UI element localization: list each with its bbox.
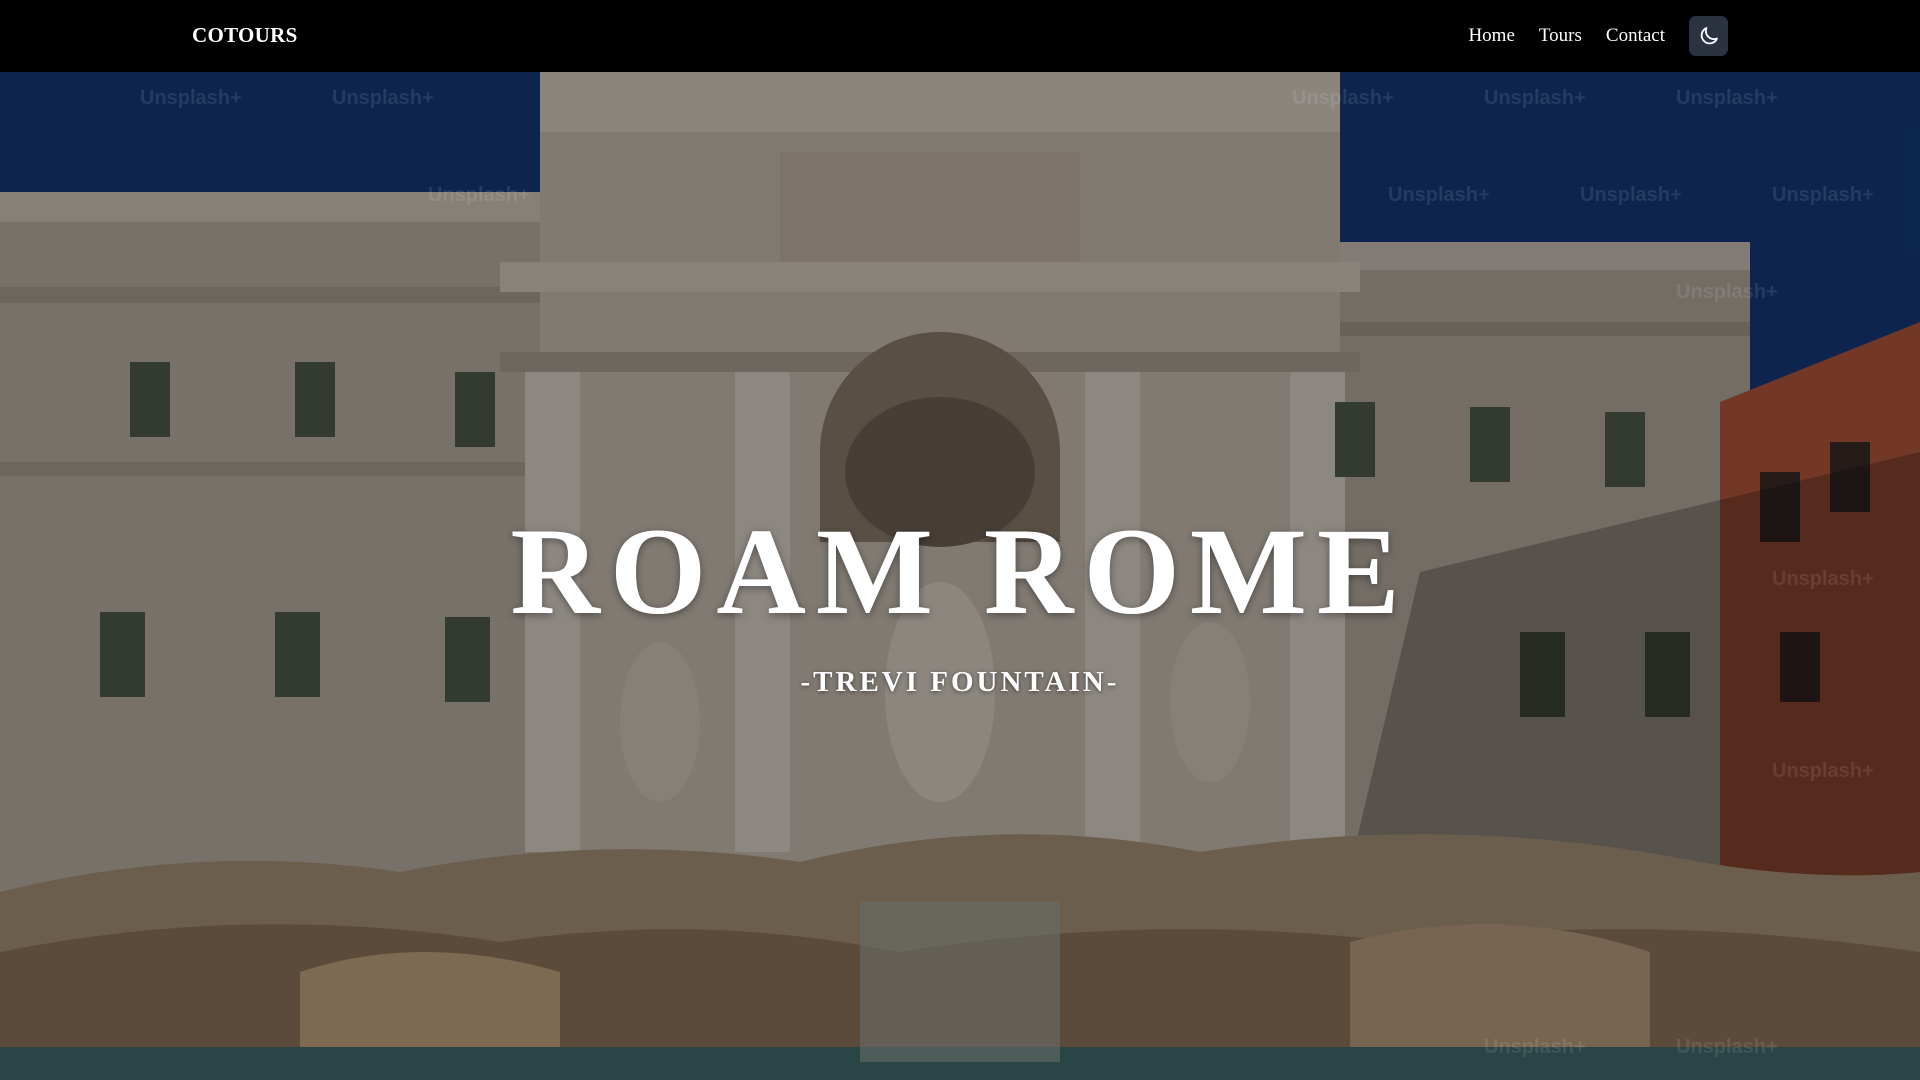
navbar: COTOURS Home Tours Contact: [0, 0, 1920, 72]
nav-link-tours[interactable]: Tours: [1539, 25, 1582, 47]
nav-link-home[interactable]: Home: [1468, 25, 1514, 47]
watermark-text: Unsplash+: [1772, 760, 1874, 782]
watermark-text: Unsplash+: [1676, 87, 1778, 109]
watermark-text: Unsplash+: [1484, 1036, 1586, 1058]
theme-toggle-button[interactable]: [1689, 16, 1728, 56]
watermark-text: Unsplash+: [1388, 184, 1490, 206]
page: COTOURS Home Tours Contact Unsplash+ Uns…: [0, 0, 1920, 1080]
watermark-text: Unsplash+: [1772, 184, 1874, 206]
nav-link-contact[interactable]: Contact: [1606, 25, 1665, 47]
watermark-text: Unsplash+: [1676, 1036, 1778, 1058]
nav-links: Home Tours Contact: [1468, 25, 1665, 47]
watermark-text: Unsplash+: [140, 87, 242, 109]
watermark-text: Unsplash+: [1484, 87, 1586, 109]
watermark-text: Unsplash+: [332, 87, 434, 109]
hero-section: Unsplash+ Unsplash+ Unsplash+ Unsplash+ …: [0, 72, 1920, 1080]
brand-logo[interactable]: COTOURS: [192, 23, 298, 48]
watermark-text: Unsplash+: [1292, 87, 1394, 109]
moon-icon: [1700, 27, 1718, 45]
watermark-text: Unsplash+: [428, 184, 530, 206]
hero-subtitle: -TREVI FOUNTAIN-: [800, 666, 1120, 698]
hero-title: ROAM ROME: [510, 503, 1410, 640]
watermark-text: Unsplash+: [1676, 281, 1778, 303]
watermark-text: Unsplash+: [1580, 184, 1682, 206]
